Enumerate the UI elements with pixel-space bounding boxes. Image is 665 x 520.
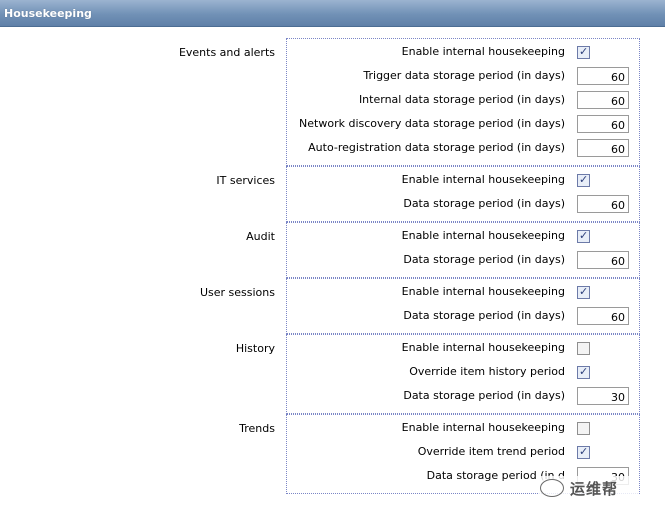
- checkbox-checked[interactable]: ✓: [577, 229, 590, 243]
- days-input[interactable]: [577, 115, 629, 133]
- checkmark-icon: ✓: [579, 365, 589, 378]
- days-input[interactable]: [577, 139, 629, 157]
- form-row: Enable internal housekeeping: [287, 419, 639, 443]
- days-input[interactable]: [577, 251, 629, 269]
- form-row: Enable internal housekeeping ✓: [287, 43, 639, 67]
- checkmark-icon: ✓: [579, 285, 589, 298]
- section-user-sessions: Enable internal housekeeping ✓ Data storag…: [286, 278, 640, 334]
- wechat-icon: [540, 479, 564, 497]
- form-row: Enable internal housekeeping: [287, 339, 639, 363]
- section-label-audit: Audit: [246, 230, 275, 243]
- checkbox-checked[interactable]: ✓: [577, 445, 590, 459]
- checkbox-unchecked[interactable]: [577, 422, 590, 435]
- field-label: Enable internal housekeeping: [401, 421, 565, 434]
- section-history: Enable internal housekeeping Override ite…: [286, 334, 640, 414]
- field-label: Data storage period (in days): [403, 309, 565, 322]
- form-row: Override item history period ✓: [287, 363, 639, 387]
- section-label-trends: Trends: [239, 422, 275, 435]
- checkbox-checked[interactable]: ✓: [577, 285, 590, 299]
- field-label: Override item trend period: [417, 445, 565, 458]
- field-label: Network discovery data storage period (i…: [299, 117, 565, 130]
- checkbox-checked[interactable]: ✓: [577, 45, 590, 59]
- field-label: Enable internal housekeeping: [401, 45, 565, 58]
- watermark-text: 运维帮: [570, 480, 619, 498]
- checkbox-checked[interactable]: ✓: [577, 173, 590, 187]
- form-row: Network discovery data storage period (i…: [287, 115, 639, 139]
- field-label: Data storage period (in days): [403, 389, 565, 402]
- form-row: Data storage period (in days): [287, 195, 639, 219]
- section-label-events-and-alerts: Events and alerts: [178, 46, 275, 59]
- watermark: 运维帮: [538, 476, 638, 500]
- section-events-and-alerts: Enable internal housekeeping ✓ Trigger dat…: [286, 38, 640, 166]
- field-label: Enable internal housekeeping: [401, 173, 565, 186]
- section-label-it-services: IT services: [216, 174, 275, 187]
- days-input[interactable]: [577, 91, 629, 109]
- field-label: Enable internal housekeeping: [401, 229, 565, 242]
- field-label: Enable internal housekeeping: [401, 341, 565, 354]
- section-it-services: Enable internal housekeeping ✓ Data storag…: [286, 166, 640, 222]
- checkmark-icon: ✓: [579, 229, 589, 242]
- field-label: Trigger data storage period (in days): [363, 69, 565, 82]
- form-row: Data storage period (in days): [287, 307, 639, 331]
- form-row: Internal data storage period (in days): [287, 91, 639, 115]
- checkbox-checked[interactable]: ✓: [577, 365, 590, 379]
- form-row: Enable internal housekeeping ✓: [287, 171, 639, 195]
- field-label: Data storage period (in days): [403, 197, 565, 210]
- checkmark-icon: ✓: [579, 445, 589, 458]
- form-row: Data storage period (in days): [287, 251, 639, 275]
- section-label-user-sessions: User sessions: [199, 286, 275, 299]
- section-audit: Enable internal housekeeping ✓ Data storag…: [286, 222, 640, 278]
- form-row: Enable internal housekeeping ✓: [287, 283, 639, 307]
- days-input[interactable]: [577, 67, 629, 85]
- form-row: Trigger data storage period (in days): [287, 67, 639, 91]
- housekeeping-header: Housekeeping: [0, 0, 665, 27]
- field-label: Data storage period (in days): [403, 253, 565, 266]
- days-input[interactable]: [577, 307, 629, 325]
- field-label: Override item history period: [409, 365, 565, 378]
- section-label-history: History: [235, 342, 275, 355]
- days-input[interactable]: [577, 195, 629, 213]
- field-label: Internal data storage period (in days): [358, 93, 565, 106]
- form-row: Auto-registration data storage period (i…: [287, 139, 639, 163]
- form-row: Enable internal housekeeping ✓: [287, 227, 639, 251]
- form-row: Data storage period (in days): [287, 387, 639, 411]
- page-title: Housekeeping: [4, 7, 92, 20]
- form-row: Override item trend period ✓: [287, 443, 639, 467]
- field-label: Enable internal housekeeping: [401, 285, 565, 298]
- days-input[interactable]: [577, 387, 629, 405]
- checkbox-unchecked[interactable]: [577, 342, 590, 355]
- field-label: Auto-registration data storage period (i…: [308, 141, 565, 154]
- checkmark-icon: ✓: [579, 45, 589, 58]
- checkmark-icon: ✓: [579, 173, 589, 186]
